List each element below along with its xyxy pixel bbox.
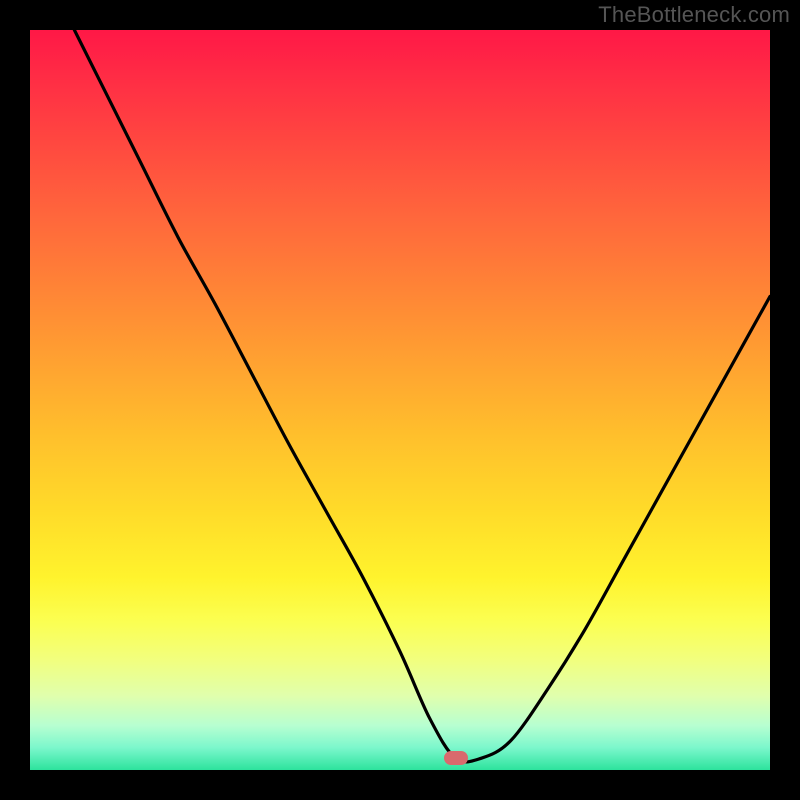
plot-area — [30, 30, 770, 770]
bottleneck-curve-path — [74, 30, 770, 762]
minimum-marker — [444, 751, 468, 765]
watermark-text: TheBottleneck.com — [598, 2, 790, 28]
chart-frame: TheBottleneck.com — [0, 0, 800, 800]
bottleneck-curve-svg — [30, 30, 770, 770]
plot-inner — [30, 30, 770, 770]
